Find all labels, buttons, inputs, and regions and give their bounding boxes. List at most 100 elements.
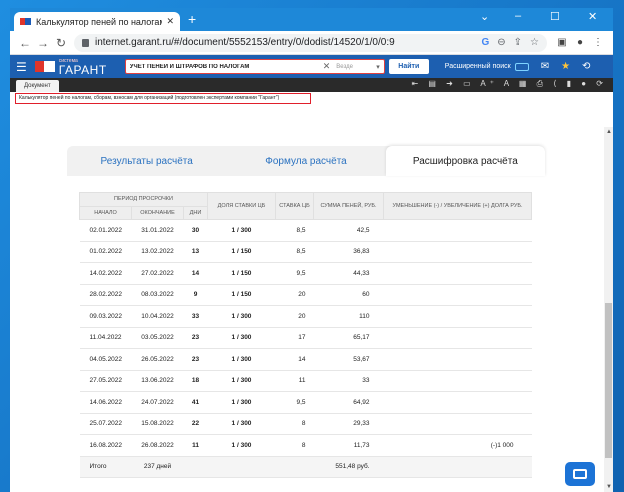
- cell-start: 14.02.2022: [79, 262, 132, 285]
- cell-start: 11.04.2022: [79, 327, 132, 350]
- cell-change: [383, 413, 532, 436]
- breadcrumb: Калькулятор пеней по налогам, сборам, вз…: [15, 93, 311, 104]
- cell-share: 1 / 150: [207, 241, 276, 264]
- extended-search-icon: [514, 62, 529, 71]
- document-tabbar: Документ ⇤ ▤ ➜ ▭ A⁺ A ▦ ⎙ ⟨ ▮ ● ⟳: [10, 78, 613, 92]
- cell-change: [383, 327, 532, 350]
- table-row: 11.04.2022 03.05.2022 23 1 / 300 17 65,17: [79, 327, 532, 350]
- header-start: НАЧАЛО: [79, 205, 132, 221]
- maximize-button[interactable]: ☐: [550, 10, 560, 23]
- garant-logo[interactable]: система ГАРАНТ: [34, 58, 125, 76]
- url-text: internet.garant.ru/#/document/5552153/en…: [95, 37, 395, 48]
- tab-breakdown[interactable]: Расшифровка расчёта: [385, 146, 545, 176]
- cell-change: [383, 305, 532, 328]
- cell-days: 23: [183, 327, 208, 350]
- garant-logo-mark-icon: [34, 61, 55, 72]
- cell-days: 13: [183, 241, 208, 264]
- browser-menu-icon[interactable]: ⋮: [589, 37, 607, 48]
- cell-sum: 60: [313, 284, 384, 307]
- total-days: 237 дней: [131, 456, 184, 479]
- cell-end: 26.08.2022: [131, 434, 184, 457]
- cell-rate: 11: [275, 370, 314, 393]
- document-tools-icons[interactable]: ⇤ ▤ ➜ ▭ A⁺ A ▦ ⎙ ⟨ ▮ ● ⟳: [411, 79, 607, 89]
- search-scope-select[interactable]: Везде: [336, 64, 376, 70]
- document-tab[interactable]: Документ: [16, 80, 59, 92]
- find-button[interactable]: Найти: [388, 59, 429, 74]
- reload-icon[interactable]: ↻: [52, 36, 70, 50]
- garant-search-input[interactable]: УЧЕТ ПЕНЕЙ И ШТРАФОВ ПО НАЛОГАМ ✕ Везде …: [124, 59, 385, 74]
- tab-results[interactable]: Результаты расчёта: [67, 146, 226, 176]
- cell-days: 33: [183, 305, 208, 328]
- profile-icon[interactable]: ●: [571, 37, 589, 48]
- cell-change: [383, 370, 532, 393]
- cell-days: 14: [183, 262, 208, 285]
- cell-end: 13.06.2022: [131, 370, 184, 393]
- breadcrumb-row: Калькулятор пеней по налогам, сборам, вз…: [10, 92, 613, 104]
- calc-tabs: Результаты расчёта Формула расчёта Расши…: [67, 146, 545, 176]
- cell-rate: 20: [275, 284, 314, 307]
- table-row: 09.03.2022 10.04.2022 33 1 / 300 20 110: [79, 305, 532, 328]
- cell-end: 10.04.2022: [131, 305, 184, 328]
- zoom-icon[interactable]: ⊖: [497, 37, 505, 48]
- tab-formula[interactable]: Формула расчёта: [226, 146, 385, 176]
- header-sum: СУММА ПЕНЕЙ, РУБ.: [313, 191, 384, 221]
- forward-arrow-icon[interactable]: →: [34, 36, 52, 50]
- scroll-up-icon[interactable]: ▲: [606, 129, 612, 135]
- breakdown-table-wrap: ПЕРИОД ПРОСРОЧКИ ДОЛЯ СТАВКИ ЦБ СТАВКА Ц…: [79, 191, 532, 479]
- extended-search-label: Расширенный поиск: [444, 63, 511, 70]
- cell-days: 18: [183, 370, 208, 393]
- cell-end: 27.02.2022: [131, 262, 184, 285]
- cell-start: 14.06.2022: [79, 391, 132, 414]
- sidepanel-icon[interactable]: ▣: [553, 37, 571, 48]
- tab-search-icon[interactable]: ⌄: [480, 10, 489, 23]
- table-body: 02.01.2022 31.01.2022 30 1 / 300 8,5 42,5 01.0…: [79, 219, 532, 457]
- cell-sum: 110: [313, 305, 384, 328]
- scroll-down-icon[interactable]: ▼: [606, 484, 612, 490]
- header-days: ДНИ: [183, 205, 208, 221]
- chevron-down-icon[interactable]: ▾: [376, 63, 380, 71]
- document-content: Результаты расчёта Формула расчёта Расши…: [10, 127, 613, 492]
- back-arrow-icon[interactable]: ←: [16, 36, 34, 50]
- garant-favicon-icon: [20, 17, 31, 26]
- cell-rate: 9,5: [275, 262, 314, 285]
- header-share: ДОЛЯ СТАВКИ ЦБ: [207, 191, 276, 221]
- cell-sum: 42,5: [313, 219, 384, 242]
- cell-days: 22: [183, 413, 208, 436]
- clear-search-icon[interactable]: ✕: [323, 61, 331, 72]
- bookmark-star-icon[interactable]: ☆: [530, 37, 539, 48]
- cell-sum: 36,83: [313, 241, 384, 264]
- cell-start: 09.03.2022: [79, 305, 132, 328]
- chat-icon[interactable]: ✉: [541, 61, 549, 72]
- cell-sum: 65,17: [313, 327, 384, 350]
- url-input[interactable]: internet.garant.ru/#/document/5552153/en…: [74, 33, 547, 52]
- cell-start: 01.02.2022: [79, 241, 132, 264]
- support-chat-button[interactable]: [565, 462, 595, 486]
- minimize-button[interactable]: –: [515, 10, 521, 22]
- cell-sum: 29,33: [313, 413, 384, 436]
- total-row: Итого 237 дней 551,48 руб.: [79, 456, 532, 479]
- scrollbar-thumb[interactable]: [605, 303, 612, 458]
- cell-days: 23: [183, 348, 208, 371]
- history-icon[interactable]: ⟲: [582, 61, 590, 72]
- browser-tabstrip: Калькулятор пеней по налогам ✕ + ⌄ – ☐ ✕: [10, 8, 613, 31]
- hamburger-menu-icon[interactable]: ☰: [16, 60, 27, 74]
- close-window-button[interactable]: ✕: [588, 10, 597, 23]
- cell-end: 31.01.2022: [131, 219, 184, 242]
- cell-change: [383, 241, 532, 264]
- content-scrollbar[interactable]: ▲ ▼: [604, 127, 613, 492]
- table-row: 01.02.2022 13.02.2022 13 1 / 150 8,5 36,83: [79, 241, 532, 264]
- tab-close-icon[interactable]: ✕: [166, 16, 174, 27]
- share-icon[interactable]: ⇪: [514, 37, 522, 48]
- cell-sum: 33: [313, 370, 384, 393]
- browser-tab[interactable]: Калькулятор пеней по налогам ✕: [14, 12, 180, 31]
- cell-rate: 8: [275, 413, 314, 436]
- total-sum: 551,48 руб.: [313, 456, 384, 479]
- new-tab-button[interactable]: +: [188, 11, 196, 27]
- cell-share: 1 / 300: [207, 219, 276, 242]
- table-row: 27.05.2022 13.06.2022 18 1 / 300 11 33: [79, 370, 532, 393]
- google-icon[interactable]: G: [481, 37, 489, 48]
- cell-change: [383, 219, 532, 242]
- favorites-star-icon[interactable]: ★: [561, 61, 570, 72]
- cell-share: 1 / 150: [207, 262, 276, 285]
- extended-search-link[interactable]: Расширенный поиск: [444, 62, 529, 71]
